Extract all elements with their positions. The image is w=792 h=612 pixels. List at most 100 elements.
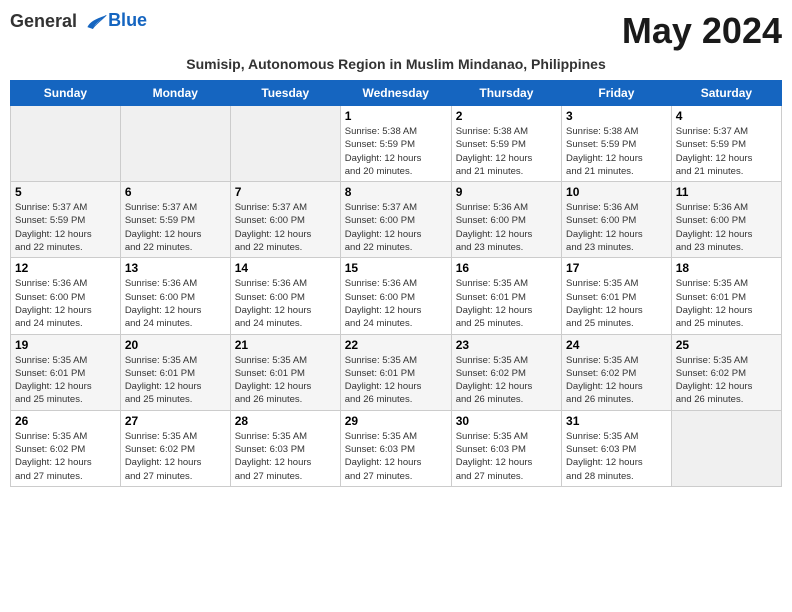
logo-line1: General bbox=[10, 11, 77, 31]
table-row: 11 Sunrise: 5:36 AMSunset: 6:00 PMDayligh… bbox=[671, 182, 781, 258]
day-info: Sunrise: 5:37 AMSunset: 5:59 PMDaylight:… bbox=[676, 125, 777, 178]
table-row: 30 Sunrise: 5:35 AMSunset: 6:03 PMDayligh… bbox=[451, 410, 561, 486]
table-row: 5 Sunrise: 5:37 AMSunset: 5:59 PMDaylight… bbox=[11, 182, 121, 258]
table-row: 29 Sunrise: 5:35 AMSunset: 6:03 PMDayligh… bbox=[340, 410, 451, 486]
day-info: Sunrise: 5:36 AMSunset: 6:00 PMDaylight:… bbox=[676, 201, 777, 254]
calendar-week-row: 1 Sunrise: 5:38 AMSunset: 5:59 PMDaylight… bbox=[11, 106, 782, 182]
day-number: 23 bbox=[456, 338, 557, 352]
day-number: 24 bbox=[566, 338, 667, 352]
day-info: Sunrise: 5:38 AMSunset: 5:59 PMDaylight:… bbox=[456, 125, 557, 178]
day-info: Sunrise: 5:37 AMSunset: 5:59 PMDaylight:… bbox=[15, 201, 116, 254]
day-info: Sunrise: 5:35 AMSunset: 6:03 PMDaylight:… bbox=[345, 430, 447, 483]
day-info: Sunrise: 5:36 AMSunset: 6:00 PMDaylight:… bbox=[15, 277, 116, 330]
table-row: 4 Sunrise: 5:37 AMSunset: 5:59 PMDaylight… bbox=[671, 106, 781, 182]
day-number: 7 bbox=[235, 185, 336, 199]
day-info: Sunrise: 5:38 AMSunset: 5:59 PMDaylight:… bbox=[566, 125, 667, 178]
calendar-subtitle: Sumisip, Autonomous Region in Muslim Min… bbox=[10, 56, 782, 72]
day-number: 4 bbox=[676, 109, 777, 123]
day-number: 2 bbox=[456, 109, 557, 123]
day-info: Sunrise: 5:36 AMSunset: 6:00 PMDaylight:… bbox=[125, 277, 226, 330]
day-number: 10 bbox=[566, 185, 667, 199]
table-row bbox=[120, 106, 230, 182]
table-row: 15 Sunrise: 5:36 AMSunset: 6:00 PMDayligh… bbox=[340, 258, 451, 334]
header-saturday: Saturday bbox=[671, 81, 781, 106]
calendar-week-row: 19 Sunrise: 5:35 AMSunset: 6:01 PMDayligh… bbox=[11, 334, 782, 410]
day-info: Sunrise: 5:35 AMSunset: 6:01 PMDaylight:… bbox=[15, 354, 116, 407]
day-info: Sunrise: 5:35 AMSunset: 6:01 PMDaylight:… bbox=[456, 277, 557, 330]
calendar-week-row: 12Sunrise: 5:36 AMSunset: 6:00 PMDayligh… bbox=[11, 258, 782, 334]
table-row: 25 Sunrise: 5:35 AMSunset: 6:02 PMDayligh… bbox=[671, 334, 781, 410]
table-row: 23 Sunrise: 5:35 AMSunset: 6:02 PMDayligh… bbox=[451, 334, 561, 410]
header-thursday: Thursday bbox=[451, 81, 561, 106]
day-info: Sunrise: 5:35 AMSunset: 6:02 PMDaylight:… bbox=[456, 354, 557, 407]
day-number: 17 bbox=[566, 261, 667, 275]
table-row: 17Sunrise: 5:35 AMSunset: 6:01 PMDayligh… bbox=[562, 258, 672, 334]
day-number: 21 bbox=[235, 338, 336, 352]
day-number: 27 bbox=[125, 414, 226, 428]
day-info: Sunrise: 5:35 AMSunset: 6:03 PMDaylight:… bbox=[235, 430, 336, 483]
day-info: Sunrise: 5:35 AMSunset: 6:03 PMDaylight:… bbox=[456, 430, 557, 483]
page-header: General Blue May 2024 bbox=[10, 10, 782, 52]
header-monday: Monday bbox=[120, 81, 230, 106]
logo-line2: Blue bbox=[108, 10, 147, 30]
table-row: 22 Sunrise: 5:35 AMSunset: 6:01 PMDayligh… bbox=[340, 334, 451, 410]
day-info: Sunrise: 5:35 AMSunset: 6:01 PMDaylight:… bbox=[345, 354, 447, 407]
day-info: Sunrise: 5:37 AMSunset: 6:00 PMDaylight:… bbox=[235, 201, 336, 254]
day-number: 16 bbox=[456, 261, 557, 275]
day-number: 19 bbox=[15, 338, 116, 352]
table-row: 18Sunrise: 5:35 AMSunset: 6:01 PMDayligh… bbox=[671, 258, 781, 334]
table-row: 2 Sunrise: 5:38 AMSunset: 5:59 PMDaylight… bbox=[451, 106, 561, 182]
table-row: 26Sunrise: 5:35 AMSunset: 6:02 PMDayligh… bbox=[11, 410, 121, 486]
day-number: 1 bbox=[345, 109, 447, 123]
day-info: Sunrise: 5:35 AMSunset: 6:01 PMDaylight:… bbox=[125, 354, 226, 407]
day-info: Sunrise: 5:36 AMSunset: 6:00 PMDaylight:… bbox=[456, 201, 557, 254]
day-number: 30 bbox=[456, 414, 557, 428]
table-row: 31Sunrise: 5:35 AMSunset: 6:03 PMDayligh… bbox=[562, 410, 672, 486]
table-row: 21 Sunrise: 5:35 AMSunset: 6:01 PMDayligh… bbox=[230, 334, 340, 410]
day-number: 11 bbox=[676, 185, 777, 199]
day-number: 14 bbox=[235, 261, 336, 275]
month-title: May 2024 bbox=[622, 10, 782, 52]
day-number: 20 bbox=[125, 338, 226, 352]
day-number: 3 bbox=[566, 109, 667, 123]
table-row: 1 Sunrise: 5:38 AMSunset: 5:59 PMDaylight… bbox=[340, 106, 451, 182]
table-row: 6 Sunrise: 5:37 AMSunset: 5:59 PMDaylight… bbox=[120, 182, 230, 258]
table-row: 27 Sunrise: 5:35 AMSunset: 6:02 PMDayligh… bbox=[120, 410, 230, 486]
day-info: Sunrise: 5:37 AMSunset: 5:59 PMDaylight:… bbox=[125, 201, 226, 254]
header-wednesday: Wednesday bbox=[340, 81, 451, 106]
day-number: 29 bbox=[345, 414, 447, 428]
table-row: 16 Sunrise: 5:35 AMSunset: 6:01 PMDayligh… bbox=[451, 258, 561, 334]
day-info: Sunrise: 5:35 AMSunset: 6:02 PMDaylight:… bbox=[125, 430, 226, 483]
table-row: 14 Sunrise: 5:36 AMSunset: 6:00 PMDayligh… bbox=[230, 258, 340, 334]
day-number: 28 bbox=[235, 414, 336, 428]
day-info: Sunrise: 5:36 AMSunset: 6:00 PMDaylight:… bbox=[345, 277, 447, 330]
table-row: 12Sunrise: 5:36 AMSunset: 6:00 PMDayligh… bbox=[11, 258, 121, 334]
table-row: 3 Sunrise: 5:38 AMSunset: 5:59 PMDaylight… bbox=[562, 106, 672, 182]
day-info: Sunrise: 5:36 AMSunset: 6:00 PMDaylight:… bbox=[566, 201, 667, 254]
day-number: 31 bbox=[566, 414, 667, 428]
table-row: 13 Sunrise: 5:36 AMSunset: 6:00 PMDayligh… bbox=[120, 258, 230, 334]
day-number: 15 bbox=[345, 261, 447, 275]
day-number: 9 bbox=[456, 185, 557, 199]
table-row bbox=[11, 106, 121, 182]
calendar-week-row: 5 Sunrise: 5:37 AMSunset: 5:59 PMDaylight… bbox=[11, 182, 782, 258]
day-number: 22 bbox=[345, 338, 447, 352]
calendar-header-row: Sunday Monday Tuesday Wednesday Thursday… bbox=[11, 81, 782, 106]
day-info: Sunrise: 5:35 AMSunset: 6:01 PMDaylight:… bbox=[235, 354, 336, 407]
day-info: Sunrise: 5:35 AMSunset: 6:02 PMDaylight:… bbox=[15, 430, 116, 483]
table-row bbox=[230, 106, 340, 182]
day-number: 5 bbox=[15, 185, 116, 199]
day-info: Sunrise: 5:38 AMSunset: 5:59 PMDaylight:… bbox=[345, 125, 447, 178]
day-number: 13 bbox=[125, 261, 226, 275]
day-number: 25 bbox=[676, 338, 777, 352]
day-number: 18 bbox=[676, 261, 777, 275]
logo: General Blue bbox=[10, 10, 147, 34]
day-info: Sunrise: 5:35 AMSunset: 6:02 PMDaylight:… bbox=[676, 354, 777, 407]
calendar-table: Sunday Monday Tuesday Wednesday Thursday… bbox=[10, 80, 782, 487]
table-row bbox=[671, 410, 781, 486]
header-sunday: Sunday bbox=[11, 81, 121, 106]
header-tuesday: Tuesday bbox=[230, 81, 340, 106]
day-number: 8 bbox=[345, 185, 447, 199]
day-info: Sunrise: 5:36 AMSunset: 6:00 PMDaylight:… bbox=[235, 277, 336, 330]
day-number: 6 bbox=[125, 185, 226, 199]
